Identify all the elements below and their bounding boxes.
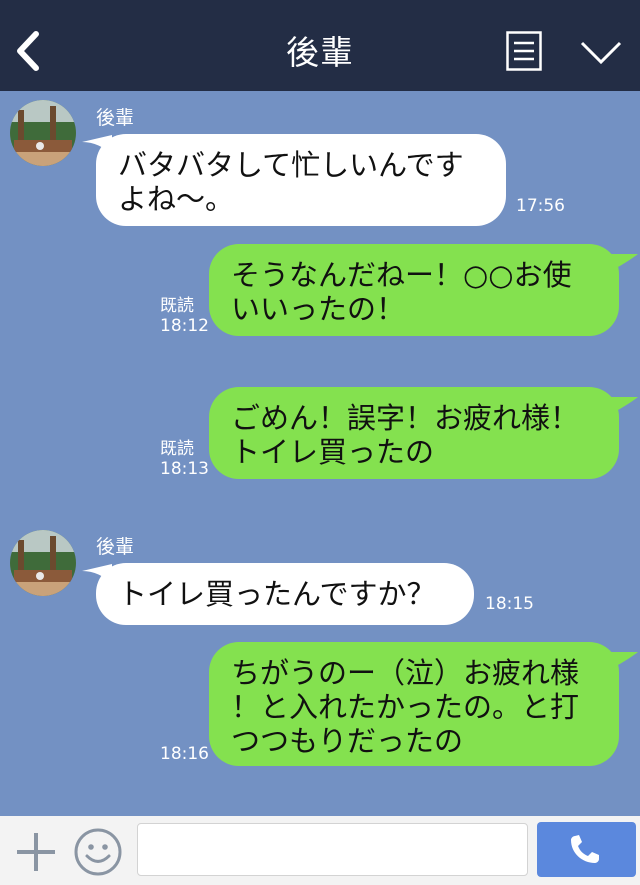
message-bubble-outgoing[interactable]: そうなんだねー！○○お使 いいったの！ [209,244,619,336]
message-bubble-incoming[interactable]: バタバタして忙しいんです よね〜。 [96,134,506,226]
message-input[interactable] [137,823,528,876]
chat-title: 後輩 [286,33,354,72]
message-time: 18:16 [160,744,209,764]
menu-icon[interactable] [506,31,542,71]
message-bubble-outgoing[interactable]: ちがうのー（泣）お疲れ様 ！と入れたかったの。と打 つつもりだったの [209,642,619,766]
message-bubble-incoming[interactable]: トイレ買ったんですか？ [96,563,474,625]
bubble-tail [606,397,638,417]
sender-name: 後輩 [96,107,135,129]
call-button[interactable] [537,822,636,877]
chevron-down-icon[interactable] [580,40,622,66]
message-time: 18:13 [160,459,209,479]
avatar[interactable] [10,530,76,596]
avatar[interactable] [10,100,76,166]
plus-icon[interactable] [14,830,58,874]
message-time: 18:15 [485,594,534,614]
bubble-tail [606,652,638,672]
bubble-tail [606,254,638,274]
message-time: 17:56 [516,196,565,216]
sender-name: 後輩 [96,536,135,558]
message-bubble-outgoing[interactable]: ごめん！誤字！お疲れ様！ トイレ買ったの [209,387,619,479]
avatar-photo-icon [10,100,76,166]
message-time: 18:12 [160,316,209,336]
smiley-icon[interactable] [73,827,123,877]
input-bar [0,816,640,885]
read-receipt: 既読 [160,296,194,316]
avatar-photo-icon [10,530,76,596]
read-receipt: 既読 [160,439,194,459]
chat-header: 後輩 [0,0,640,91]
phone-icon [571,835,599,863]
